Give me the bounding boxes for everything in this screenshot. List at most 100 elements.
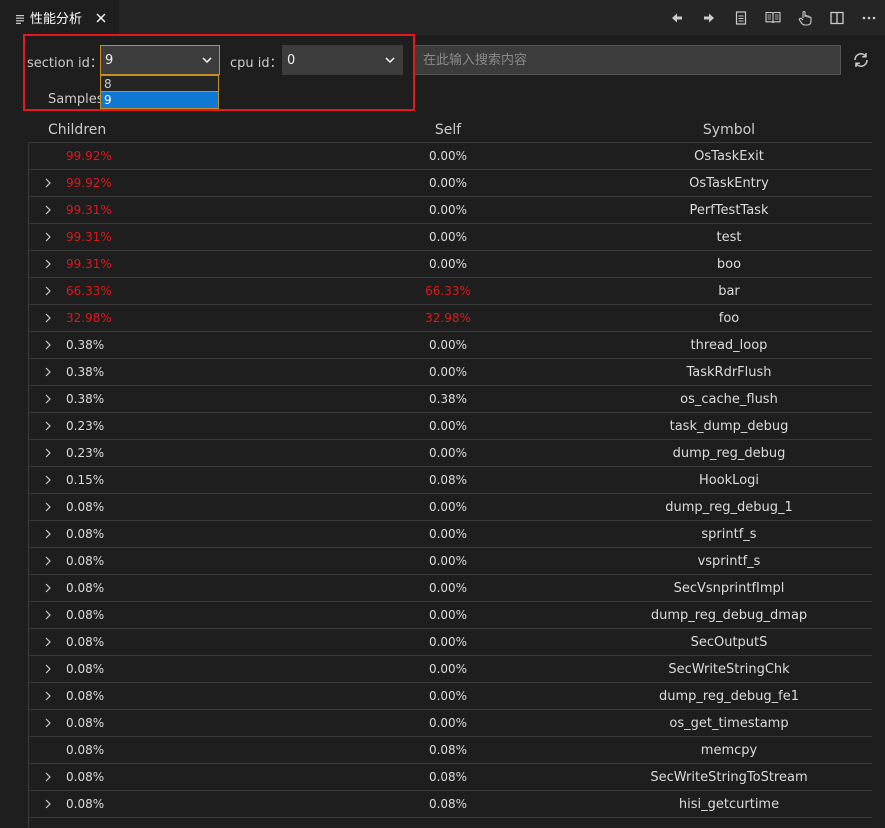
symbol-name: SecOutputS [690, 635, 768, 650]
column-header-self[interactable]: Self [376, 122, 520, 138]
chevron-right-icon[interactable] [43, 204, 53, 216]
document-icon[interactable] [725, 0, 757, 35]
chevron-right-icon[interactable] [43, 798, 53, 810]
chevron-right-icon[interactable] [43, 528, 53, 540]
table-row[interactable]: 99.31% 0.00% boo [28, 251, 872, 278]
chevron-right-icon[interactable] [43, 663, 53, 675]
chevron-right-icon[interactable] [43, 447, 53, 459]
chevron-right-icon[interactable] [43, 582, 53, 594]
table-row[interactable]: 66.33% 66.33% bar [28, 278, 872, 305]
table-body: 99.92% 0.00% OsTaskExit 99.92% 0.00% OsTaskEn… [28, 143, 872, 818]
symbol-name: HookLogi [698, 473, 760, 488]
symbol-name: SecWriteStringChk [668, 662, 790, 677]
chevron-right-icon[interactable] [43, 285, 53, 297]
table-row[interactable]: 0.08% 0.00% dump_reg_debug_1 [28, 494, 872, 521]
table-row[interactable]: 99.31% 0.00% test [28, 224, 872, 251]
symbol-name: sprintf_s [701, 527, 757, 542]
call-tree-table: Children Self Symbol 99.92% 0.00% OsTaskEx… [28, 117, 872, 818]
symbol-name: vsprintf_s [697, 554, 761, 569]
section-id-option[interactable]: 8 [101, 76, 218, 92]
book-icon[interactable] [757, 0, 789, 35]
table-row[interactable]: 0.08% 0.00% vsprintf_s [28, 548, 872, 575]
table-row[interactable]: 0.08% 0.00% sprintf_s [28, 521, 872, 548]
chevron-right-icon[interactable] [43, 258, 53, 270]
table-row[interactable]: 0.38% 0.38% os_cache_flush [28, 386, 872, 413]
table-row[interactable]: 0.08% 0.00% SecWriteStringChk [28, 656, 872, 683]
symbol-name: task_dump_debug [669, 419, 789, 434]
chevron-right-icon[interactable] [43, 690, 53, 702]
table-row[interactable]: 0.08% 0.00% os_get_timestamp [28, 710, 872, 737]
chevron-right-icon[interactable] [43, 771, 53, 783]
table-row[interactable]: 99.92% 0.00% OsTaskEntry [28, 170, 872, 197]
chevron-right-icon[interactable] [43, 501, 53, 513]
tab-performance-analysis[interactable]: 性能分析 [0, 0, 119, 35]
table-row[interactable]: 0.38% 0.00% thread_loop [28, 332, 872, 359]
self-percent: 0.00% [428, 365, 468, 379]
table-row[interactable]: 0.15% 0.08% HookLogi [28, 467, 872, 494]
table-row[interactable]: 0.08% 0.00% SecOutputS [28, 629, 872, 656]
self-percent: 0.00% [428, 149, 468, 163]
children-percent: 0.38% [66, 392, 105, 406]
children-percent: 99.92% [66, 149, 112, 163]
self-percent: 0.00% [428, 689, 468, 703]
chevron-right-icon[interactable] [43, 339, 53, 351]
self-percent: 0.00% [428, 554, 468, 568]
chevron-right-icon[interactable] [43, 366, 53, 378]
symbol-name: dump_reg_debug [672, 446, 786, 461]
self-percent: 0.00% [428, 230, 468, 244]
arrow-left-icon[interactable] [661, 0, 693, 35]
chevron-right-icon[interactable] [43, 312, 53, 324]
section-id-dropdown-list: 8 9 [100, 75, 219, 109]
chevron-down-icon [201, 54, 213, 66]
table-row[interactable]: 0.08% 0.00% dump_reg_debug_dmap [28, 602, 872, 629]
self-percent: 0.08% [428, 743, 468, 757]
chevron-right-icon[interactable] [43, 231, 53, 243]
chevron-right-icon[interactable] [43, 609, 53, 621]
column-header-children[interactable]: Children [48, 122, 106, 138]
hand-pointer-icon[interactable] [789, 0, 821, 35]
more-icon[interactable] [853, 0, 885, 35]
table-row[interactable]: 0.08% 0.08% SecWriteStringToStream [28, 764, 872, 791]
children-percent: 0.08% [66, 770, 105, 784]
chevron-right-icon[interactable] [43, 393, 53, 405]
self-percent: 0.00% [428, 662, 468, 676]
chevron-right-icon[interactable] [43, 420, 53, 432]
table-row[interactable]: 0.23% 0.00% dump_reg_debug [28, 440, 872, 467]
arrow-right-icon[interactable] [693, 0, 725, 35]
children-percent: 0.15% [66, 473, 105, 487]
children-percent: 32.98% [66, 311, 112, 325]
symbol-name: dump_reg_debug_1 [665, 500, 793, 515]
column-header-symbol[interactable]: Symbol [608, 122, 850, 138]
table-row[interactable]: 99.31% 0.00% PerfTestTask [28, 197, 872, 224]
cpu-id-label: cpu id： [230, 56, 283, 71]
children-percent: 99.31% [66, 230, 112, 244]
table-row[interactable]: 0.08% 0.08% hisi_getcurtime [28, 791, 872, 818]
symbol-name: bar [718, 284, 740, 299]
table-row[interactable]: 0.38% 0.00% TaskRdrFlush [28, 359, 872, 386]
children-percent: 99.31% [66, 203, 112, 217]
chevron-right-icon[interactable] [43, 636, 53, 648]
symbol-name: memcpy [700, 743, 758, 758]
symbol-name: OsTaskExit [694, 149, 764, 164]
children-percent: 0.08% [66, 527, 105, 541]
children-percent: 0.38% [66, 338, 105, 352]
search-input[interactable] [413, 45, 841, 75]
chevron-right-icon[interactable] [43, 474, 53, 486]
section-id-option-selected[interactable]: 9 [100, 91, 219, 109]
section-id-select[interactable]: 9 [100, 45, 220, 75]
chevron-right-icon[interactable] [43, 177, 53, 189]
chevron-right-icon[interactable] [43, 555, 53, 567]
table-row[interactable]: 0.08% 0.00% SecVsnprintfImpl [28, 575, 872, 602]
close-icon[interactable] [94, 11, 108, 25]
cpu-id-select[interactable]: 0 [282, 45, 403, 75]
editor-tab-bar: 性能分析 [0, 0, 885, 35]
split-editor-icon[interactable] [821, 0, 853, 35]
table-row[interactable]: 0.08% 0.00% dump_reg_debug_fe1 [28, 683, 872, 710]
children-percent: 0.08% [66, 662, 105, 676]
refresh-icon[interactable] [849, 48, 873, 72]
chevron-right-icon[interactable] [43, 717, 53, 729]
table-row[interactable]: 99.92% 0.00% OsTaskExit [28, 143, 872, 170]
table-row[interactable]: 32.98% 32.98% foo [28, 305, 872, 332]
table-row[interactable]: 0.23% 0.00% task_dump_debug [28, 413, 872, 440]
table-row[interactable]: 0.08% 0.08% memcpy [28, 737, 872, 764]
